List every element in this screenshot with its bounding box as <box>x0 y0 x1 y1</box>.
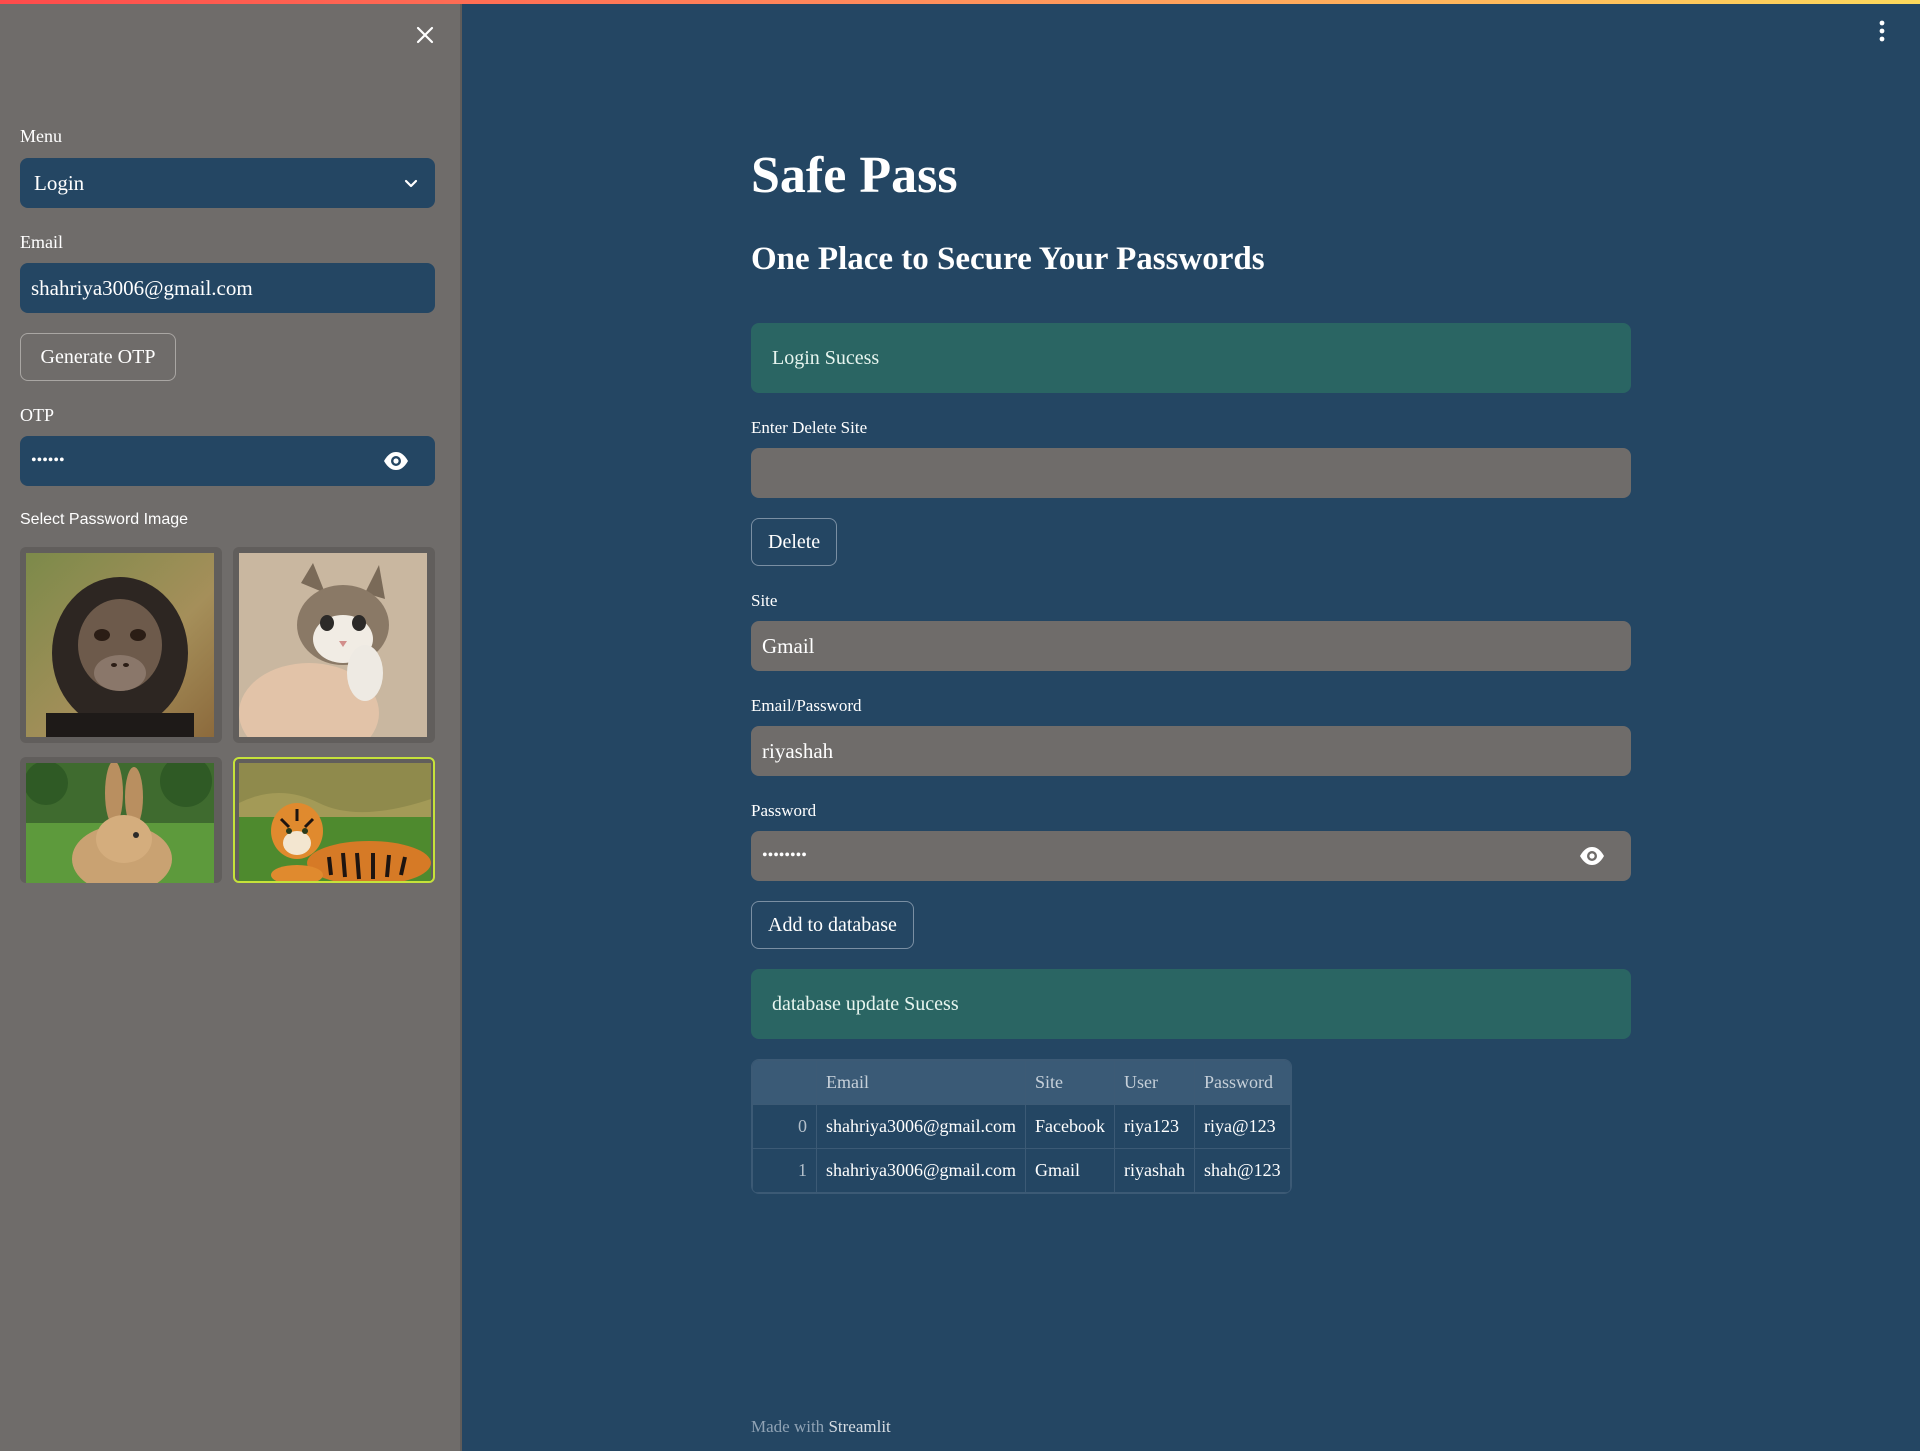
menu-label: Menu <box>20 126 62 146</box>
table-cell-user[interactable]: riya123 <box>1114 1104 1196 1149</box>
close-icon <box>416 26 434 44</box>
streamlit-link[interactable]: Streamlit <box>828 1417 890 1436</box>
email-password-input-value: riyashah <box>762 738 834 763</box>
password-image-kitten[interactable] <box>233 547 435 743</box>
page-title: Safe Pass <box>751 147 958 204</box>
site-input-value: Gmail <box>762 633 815 658</box>
sidebar: Menu Login Email shahriya3006@gmail.com … <box>0 0 462 1451</box>
close-sidebar-button[interactable] <box>404 14 446 56</box>
eye-icon[interactable] <box>1579 846 1605 866</box>
tiger-image <box>239 763 431 881</box>
password-image-tiger[interactable] <box>233 757 435 883</box>
table-cell-email[interactable]: shahriya3006@gmail.com <box>815 1148 1027 1193</box>
otp-label: OTP <box>20 405 55 425</box>
table-row: 1 shahriya3006@gmail.com Gmail riyashah … <box>752 1148 1291 1193</box>
table-cell-index[interactable]: 1 <box>752 1148 817 1193</box>
column-header-password[interactable]: Password <box>1194 1060 1291 1105</box>
email-input[interactable]: shahriya3006@gmail.com <box>20 263 435 313</box>
table-cell-password[interactable]: shah@123 <box>1194 1148 1291 1193</box>
email-label: Email <box>20 232 63 252</box>
delete-site-label: Enter Delete Site <box>751 418 868 437</box>
table-cell-email[interactable]: shahriya3006@gmail.com <box>815 1104 1027 1149</box>
eye-icon[interactable] <box>383 451 409 471</box>
delete-site-input[interactable] <box>751 448 1631 498</box>
otp-input-value: •••••• <box>31 452 65 469</box>
column-header-index[interactable] <box>752 1060 817 1105</box>
database-success-text: database update Sucess <box>772 992 959 1015</box>
column-header-user[interactable]: User <box>1114 1060 1196 1105</box>
email-password-input[interactable]: riyashah <box>751 726 1631 776</box>
column-header-email[interactable]: Email <box>815 1060 1027 1105</box>
kitten-image <box>239 553 427 737</box>
password-input-value: •••••••• <box>762 847 807 864</box>
footer: Made with Streamlit <box>751 1417 891 1437</box>
otp-input[interactable]: •••••• <box>20 436 435 486</box>
table-cell-user[interactable]: riyashah <box>1114 1148 1196 1193</box>
password-image-rabbit[interactable] <box>20 757 222 883</box>
generate-otp-button[interactable]: Generate OTP <box>20 333 176 381</box>
footer-prefix: Made with <box>751 1417 825 1436</box>
password-label: Password <box>751 801 817 820</box>
rabbit-image <box>26 763 214 883</box>
table-cell-site[interactable]: Gmail <box>1025 1148 1116 1193</box>
email-input-value: shahriya3006@gmail.com <box>31 275 253 300</box>
menu-select[interactable]: Login <box>20 158 435 208</box>
more-options-icon[interactable] <box>1878 20 1886 42</box>
add-to-database-button[interactable]: Add to database <box>751 901 914 949</box>
table-cell-index[interactable]: 0 <box>752 1104 817 1149</box>
chimpanzee-image <box>26 553 214 737</box>
password-image-chimpanzee[interactable] <box>20 547 222 743</box>
email-password-label: Email/Password <box>751 696 862 715</box>
table-cell-site[interactable]: Facebook <box>1025 1104 1116 1149</box>
site-label: Site <box>751 591 778 610</box>
table-header-row: Email Site User Password <box>752 1060 1291 1105</box>
top-decoration-bar <box>0 0 1920 4</box>
delete-button[interactable]: Delete <box>751 518 838 566</box>
login-success-text: Login Sucess <box>772 346 880 369</box>
image-select-label: Select Password Image <box>20 511 189 528</box>
site-input[interactable]: Gmail <box>751 621 1631 671</box>
table-cell-password[interactable]: riya@123 <box>1194 1104 1291 1149</box>
database-success-alert: database update Sucess <box>751 969 1631 1039</box>
chevron-down-icon <box>404 179 418 188</box>
login-success-alert: Login Sucess <box>751 323 1631 393</box>
table-row: 0 shahriya3006@gmail.com Facebook riya12… <box>752 1104 1291 1149</box>
column-header-site[interactable]: Site <box>1025 1060 1116 1105</box>
password-input[interactable]: •••••••• <box>751 831 1631 881</box>
page-subtitle: One Place to Secure Your Passwords <box>751 241 1265 277</box>
menu-selected-value: Login <box>34 170 85 195</box>
passwords-table[interactable]: Email Site User Password 0 shahriya3006@… <box>751 1059 1292 1194</box>
